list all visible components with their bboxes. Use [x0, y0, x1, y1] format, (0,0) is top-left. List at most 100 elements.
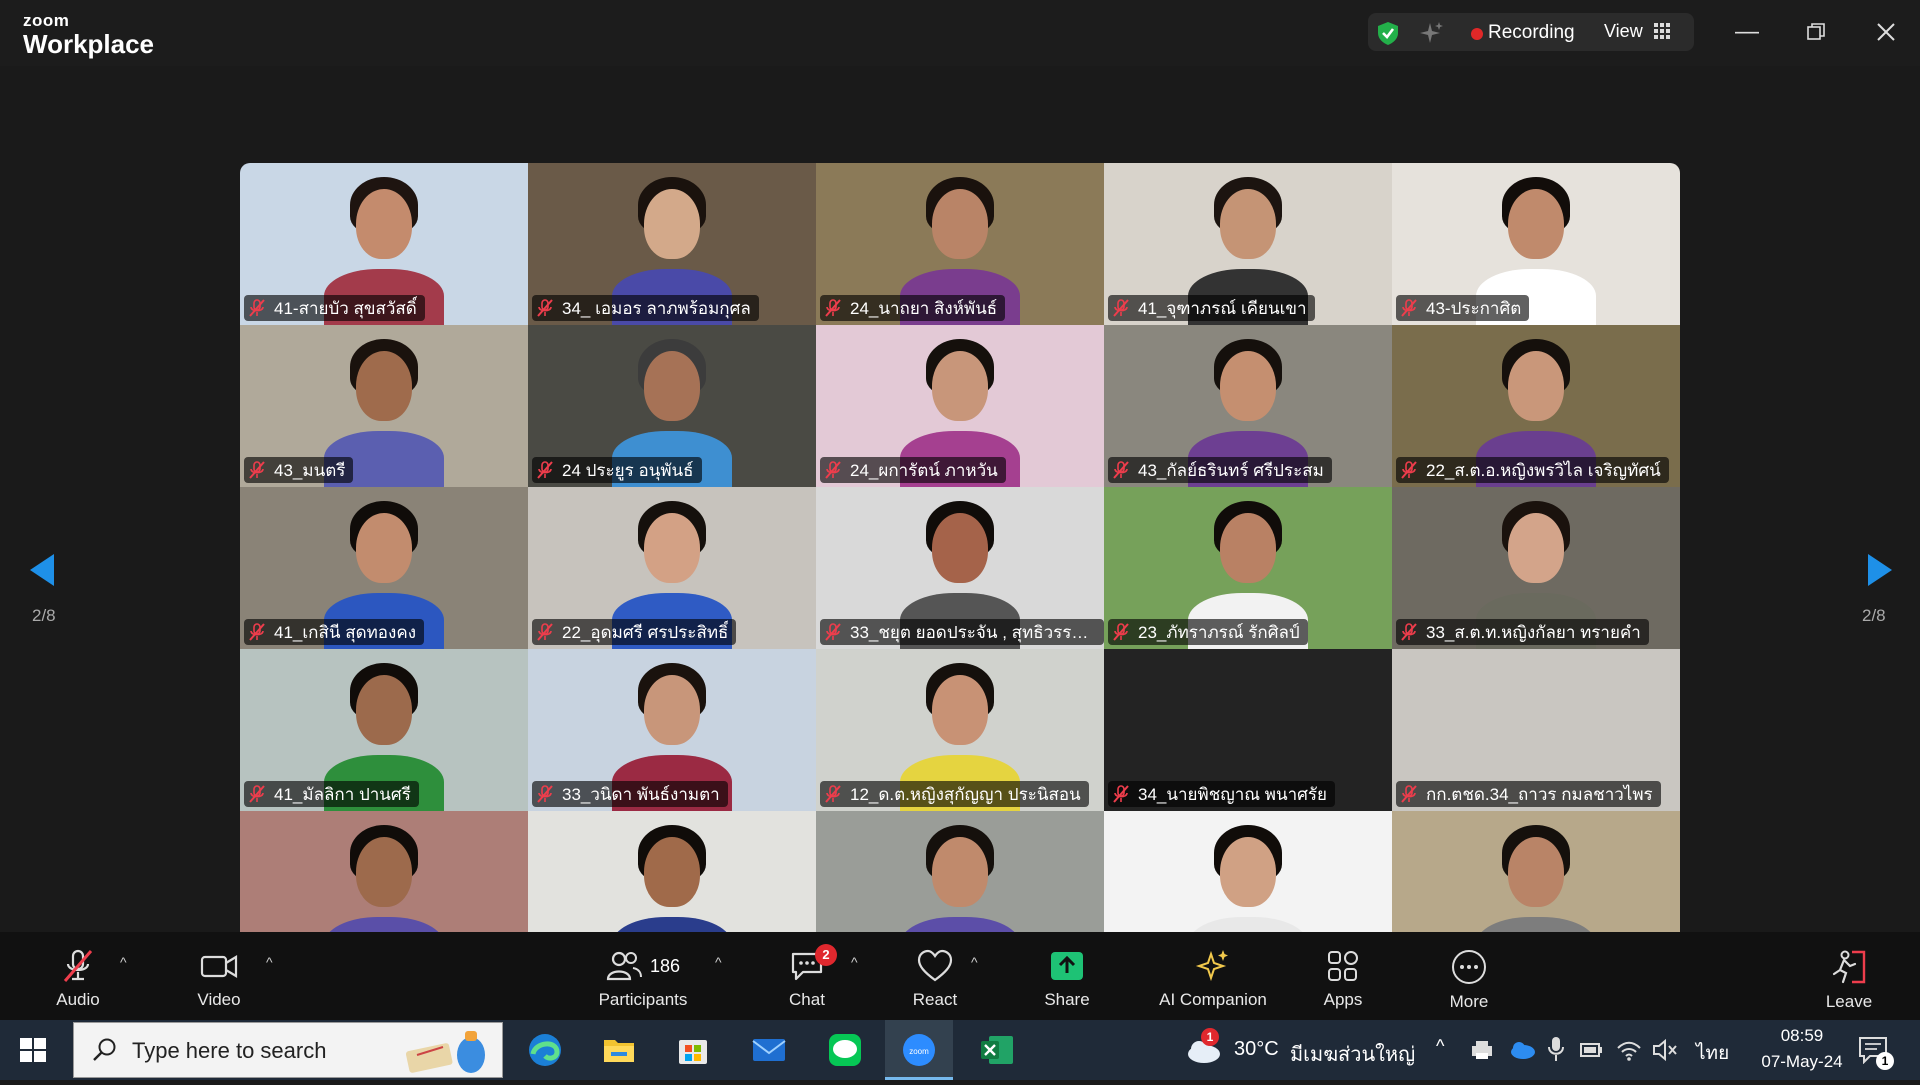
- participants-button[interactable]: 186 Participants: [592, 932, 694, 1020]
- microphone-muted-icon: [825, 299, 841, 317]
- participant-video-tile[interactable]: 12_ด.ต.หญิงสุกัญญา ประนิสอน: [816, 649, 1104, 811]
- meeting-toolbar: Audio ^ Video ^ 186 Participants ^ Chat …: [0, 932, 1920, 1020]
- participant-video-tile[interactable]: 43_กัลย์ธรินทร์ ศรีประสม: [1104, 325, 1392, 487]
- participant-name: 22_อุดมศรี ศรประสิทธิ์: [562, 622, 729, 642]
- video-camera-icon: [200, 955, 238, 978]
- participant-name: 23_ภัทราภรณ์ รักศิลป์: [1138, 622, 1300, 642]
- participant-name-tag: 33_ชยุต ยอดประจัน , สุทธิวรรณ ยอดประจัน: [820, 619, 1104, 645]
- leave-label: Leave: [1825, 992, 1873, 1011]
- chat-label: Chat: [789, 990, 825, 1009]
- microphone-muted-icon: [63, 949, 93, 982]
- participant-name-tag: 23_ภัทราภรณ์ รักศิลป์: [1108, 619, 1308, 645]
- participant-video-tile[interactable]: 43_มนตรี: [240, 325, 528, 487]
- participant-name: 33_ส.ต.ท.หญิงกัลยา ทรายคำ: [1426, 622, 1641, 642]
- meeting-area: 2/8 2/8 41-สายบัว สุขสวัสดิ์ 34_ เอมอร ลา…: [0, 66, 1920, 973]
- participant-video-tile[interactable]: 33_ส.ต.ท.หญิงกัลยา ทรายคำ: [1392, 487, 1680, 649]
- participants-icon: [606, 951, 642, 981]
- react-button[interactable]: React: [910, 932, 960, 1020]
- video-options-caret-icon[interactable]: ^: [266, 954, 273, 970]
- taskbar-line[interactable]: [822, 1020, 868, 1080]
- ai-companion-button[interactable]: AI Companion: [1152, 932, 1274, 1020]
- view-button[interactable]: View: [1604, 21, 1643, 42]
- page-indicator-right: 2/8: [1862, 606, 1886, 625]
- notification-count-badge: 1: [1876, 1052, 1894, 1070]
- weather-condition[interactable]: มีเมฆส่วนใหญ่: [1290, 1038, 1415, 1070]
- participants-options-caret-icon[interactable]: ^: [715, 954, 722, 970]
- participant-video-tile[interactable]: 41-สายบัว สุขสวัสดิ์: [240, 163, 528, 325]
- taskbar-search-box[interactable]: Type here to search: [73, 1022, 503, 1078]
- participant-video-tile[interactable]: กก.ตชด.34_ถาวร กมลชาวไพร: [1392, 649, 1680, 811]
- grid-view-icon[interactable]: [1654, 23, 1670, 39]
- microphone-muted-icon: [537, 461, 553, 479]
- taskbar-excel[interactable]: [974, 1020, 1020, 1080]
- microphone-muted-icon: [1113, 623, 1129, 641]
- microphone-tray-icon[interactable]: [1548, 1036, 1564, 1062]
- minimize-button[interactable]: —: [1727, 14, 1767, 50]
- participant-video-tile[interactable]: 33_ชยุต ยอดประจัน , สุทธิวรรณ ยอดประจัน: [816, 487, 1104, 649]
- leave-button[interactable]: Leave: [1824, 932, 1874, 1020]
- participant-video-tile[interactable]: 33_วนิดา พันธ์งามตา: [528, 649, 816, 811]
- clock-date[interactable]: 07-May-24: [1752, 1052, 1852, 1072]
- taskbar-store[interactable]: [670, 1020, 716, 1080]
- audio-button[interactable]: Audio: [50, 932, 106, 1020]
- previous-page-arrow-icon[interactable]: [24, 550, 64, 590]
- participant-video-tile[interactable]: 41_มัลลิกา ปานศรี: [240, 649, 528, 811]
- more-button[interactable]: More: [1445, 932, 1493, 1020]
- participant-name-tag: 12_ด.ต.หญิงสุกัญญา ประนิสอน: [820, 781, 1089, 807]
- recording-label[interactable]: Recording: [1488, 22, 1575, 44]
- speaker-muted-icon[interactable]: [1652, 1038, 1678, 1062]
- taskbar-mail[interactable]: [746, 1020, 792, 1080]
- share-button[interactable]: Share: [1042, 932, 1092, 1020]
- weather-temperature[interactable]: 30°C: [1234, 1038, 1279, 1061]
- search-highlight-illustration-icon: [405, 1031, 485, 1073]
- video-button[interactable]: Video: [190, 932, 248, 1020]
- encryption-shield-icon[interactable]: [1375, 20, 1401, 46]
- participant-video-tile[interactable]: 22_ส.ต.อ.หญิงพรวิไล เจริญทัศน์: [1392, 325, 1680, 487]
- leave-exit-icon: [1832, 950, 1866, 984]
- input-language[interactable]: ไทย: [1696, 1038, 1729, 1068]
- participant-video-tile[interactable]: 34_นายพิชญาณ พนาศรัย: [1104, 649, 1392, 811]
- participant-name-tag: 33_วนิดา พันธ์งามตา: [532, 781, 728, 807]
- participant-video-tile[interactable]: 24_นาถยา สิงห์พันธ์: [816, 163, 1104, 325]
- microphone-muted-icon: [825, 785, 841, 803]
- next-page-arrow-icon[interactable]: [1858, 550, 1898, 590]
- svg-text:zoom: zoom: [909, 1047, 929, 1056]
- microphone-muted-icon: [249, 461, 265, 479]
- clock-time[interactable]: 08:59: [1766, 1026, 1838, 1046]
- title-bar: zoom Workplace Recording View —: [0, 0, 1920, 66]
- taskbar-edge[interactable]: [522, 1020, 568, 1080]
- participant-name-tag: 24 ประยูร อนุพันธ์: [532, 457, 702, 483]
- battery-power-icon[interactable]: [1578, 1040, 1604, 1060]
- ai-sparkle-icon[interactable]: [1418, 20, 1444, 46]
- onedrive-cloud-icon[interactable]: [1508, 1040, 1536, 1060]
- windows-start-icon[interactable]: [20, 1038, 46, 1062]
- react-options-caret-icon[interactable]: ^: [971, 954, 978, 970]
- participant-video-tile[interactable]: 23_ภัทราภรณ์ รักศิลป์: [1104, 487, 1392, 649]
- audio-options-caret-icon[interactable]: ^: [120, 954, 127, 970]
- participant-video-tile[interactable]: 24_ผการัตน์ ภาหวัน: [816, 325, 1104, 487]
- zoom-logo: zoom Workplace: [23, 12, 154, 57]
- participant-video-tile[interactable]: 24 ประยูร อนุพันธ์: [528, 325, 816, 487]
- participant-name: 41_จุฑาภรณ์ เคียนเขา: [1138, 298, 1307, 318]
- taskbar-file-explorer[interactable]: [596, 1020, 642, 1080]
- microphone-muted-icon: [249, 623, 265, 641]
- participant-name-tag: 24_นาถยา สิงห์พันธ์: [820, 295, 1006, 321]
- microphone-muted-icon: [537, 623, 553, 641]
- participant-video-tile[interactable]: 41_จุฑาภรณ์ เคียนเขา: [1104, 163, 1392, 325]
- close-icon: [1877, 23, 1895, 41]
- ai-companion-sparkle-icon: [1195, 950, 1228, 982]
- participant-video-tile[interactable]: 41_เกสินี สุดทองคง: [240, 487, 528, 649]
- chat-options-caret-icon[interactable]: ^: [851, 954, 858, 970]
- participant-video-tile[interactable]: 34_ เอมอร ลาภพร้อมกุศล: [528, 163, 816, 325]
- show-hidden-icons-chevron-icon[interactable]: ^: [1436, 1036, 1444, 1057]
- close-button[interactable]: [1866, 14, 1906, 50]
- participant-video-tile[interactable]: 22_อุดมศรี ศรประสิทธิ์: [528, 487, 816, 649]
- participant-name: 43_มนตรี: [274, 460, 346, 480]
- restore-button[interactable]: [1796, 14, 1836, 50]
- wifi-icon[interactable]: [1616, 1038, 1642, 1062]
- taskbar-zoom-active[interactable]: zoom: [885, 1020, 953, 1080]
- video-label: Video: [197, 990, 241, 1009]
- apps-button[interactable]: Apps: [1320, 932, 1366, 1020]
- participant-video-tile[interactable]: 43-ประกาศิต: [1392, 163, 1680, 325]
- printer-icon[interactable]: [1470, 1039, 1494, 1061]
